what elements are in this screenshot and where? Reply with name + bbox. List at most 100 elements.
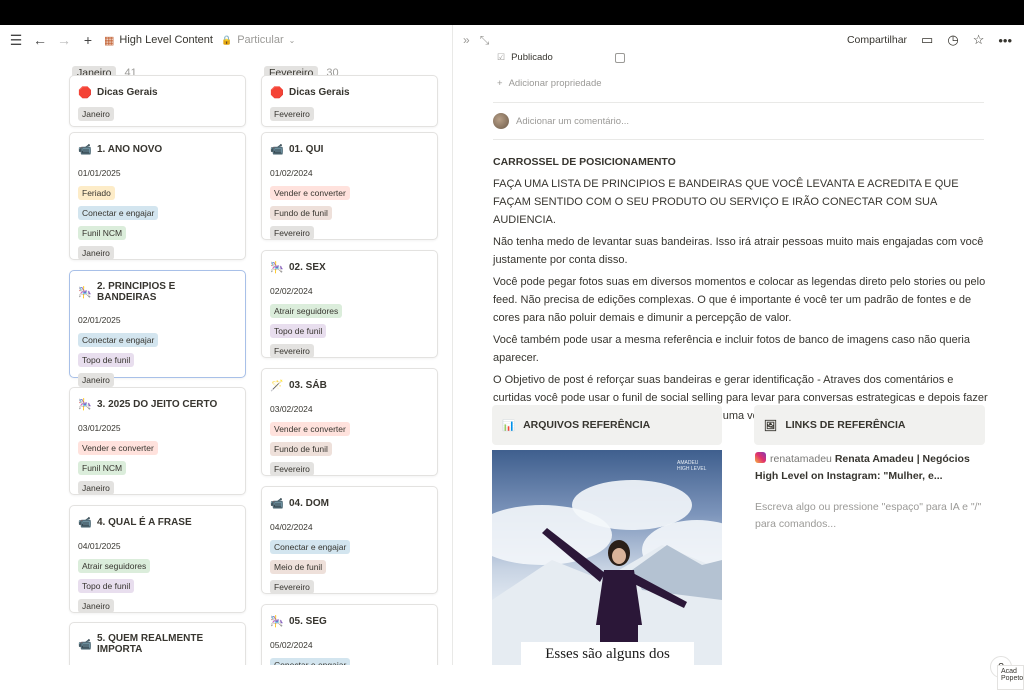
board-card[interactable]: 🛑 Dicas Gerais Janeiro: [69, 75, 246, 127]
card-tag: Fevereiro: [270, 226, 314, 240]
card-tag: Janeiro: [78, 107, 114, 121]
card-tag: Fevereiro: [270, 580, 314, 594]
menu-icon[interactable]: ☰: [8, 32, 24, 48]
paragraph-4: Você também pode usar a mesma referência…: [493, 334, 970, 364]
card-title: 1. ANO NOVO: [97, 144, 163, 155]
tag-row: Janeiro: [78, 473, 237, 495]
callout-links[interactable]: 🖼 LINKS DE REFERÊNCIA: [754, 405, 985, 445]
corner-popup[interactable]: Acad Popeto: [997, 665, 1024, 690]
published-checkbox[interactable]: [614, 52, 625, 63]
avatar: [493, 113, 509, 129]
card-title: 5. QUEM REALMENTE IMPORTA: [97, 633, 204, 655]
card-title: 05. SEG: [289, 616, 327, 627]
card-date: 02/01/2025: [78, 315, 121, 325]
card-date: 05/02/2024: [270, 640, 313, 650]
card-tag: Fevereiro: [270, 107, 314, 121]
tag-row: Vender e converter: [78, 433, 237, 455]
history-icon[interactable]: ◷: [947, 32, 958, 48]
card-title: 04. DOM: [289, 498, 330, 509]
privacy-selector[interactable]: 🔒 Particular ⌄: [221, 34, 295, 46]
tag-row: Funil NCM: [78, 218, 237, 240]
star-icon[interactable]: ☆: [973, 32, 985, 48]
page-peek-panel: » ⤡ Compartilhar ▭ ◷ ☆ ••• ☑ Publicado +…: [453, 25, 1024, 665]
breadcrumb-title: High Level Content: [119, 34, 213, 46]
card-title: 01. QUI: [289, 144, 324, 155]
reference-image[interactable]: AMADEU HIGH LEVEL Esses são alguns dos: [492, 450, 722, 665]
page-content[interactable]: CARROSSEL DE POSICIONAMENTO FAÇA UMA LIS…: [493, 153, 988, 429]
tag-row: Conectar e engajar: [78, 198, 237, 220]
tag-row: Fevereiro: [270, 336, 429, 358]
card-tag: Janeiro: [78, 373, 114, 387]
board-card[interactable]: 🎠 05. SEG 05/02/2024 Conectar e engajar: [261, 604, 438, 665]
card-title-row: 🎠 2. PRINCIPIOS E BANDEIRAS: [78, 281, 237, 303]
card-title-row: 📹 5. QUEM REALMENTE IMPORTA: [78, 633, 237, 655]
card-title: 2. PRINCIPIOS E BANDEIRAS: [97, 281, 176, 303]
block-placeholder[interactable]: Escreva algo ou pressione "espaço" para …: [755, 499, 987, 533]
card-tag: Janeiro: [78, 246, 114, 260]
card-tag: Janeiro: [78, 481, 114, 495]
paragraph-1: FAÇA UMA LISTA DE PRINCIPIOS E BANDEIRAS…: [493, 178, 959, 226]
tag-row: Fevereiro: [270, 99, 429, 121]
divider: [493, 139, 984, 140]
peek-header: » ⤡ Compartilhar ▭ ◷ ☆ •••: [453, 25, 1024, 55]
property-label: Publicado: [511, 52, 553, 63]
tag-row: Janeiro: [78, 99, 237, 121]
chevron-down-icon: ⌄: [288, 35, 296, 45]
board-card[interactable]: 🎠 3. 2025 DO JEITO CERTO 03/01/2025 Vender …: [69, 387, 246, 495]
board-card[interactable]: 🎠 02. SEX 02/02/2024 Atrair seguidores Topo …: [261, 250, 438, 358]
board-card[interactable]: 📹 1. ANO NOVO 01/01/2025 Feriado Conectar e …: [69, 132, 246, 260]
stop-icon: 🛑: [78, 87, 92, 99]
forward-arrow-icon[interactable]: →: [56, 32, 72, 48]
tag-row: Vender e converter: [270, 414, 429, 436]
tag-row: Topo de funil: [270, 316, 429, 338]
comment-icon[interactable]: ▭: [921, 32, 933, 48]
carousel-icon: 🎠: [78, 399, 92, 411]
plus-icon[interactable]: +: [80, 32, 96, 48]
add-property-label: Adicionar propriedade: [508, 78, 602, 89]
paragraph-3: Você pode pegar fotos suas em diversos m…: [493, 276, 986, 324]
board-card[interactable]: 🪄 03. SÁB 03/02/2024 Vender e converter Fund…: [261, 368, 438, 476]
tag-row: Funil NCM: [78, 453, 237, 475]
add-property-button[interactable]: + Adicionar propriedade: [497, 78, 602, 89]
board-card[interactable]: 🛑 Dicas Gerais Fevereiro: [261, 75, 438, 127]
share-button[interactable]: Compartilhar: [847, 34, 907, 46]
card-title-row: 🛑 Dicas Gerais: [270, 86, 429, 99]
add-comment-row[interactable]: Adicionar um comentário...: [493, 113, 629, 129]
board-card[interactable]: 📹5. QUEM REALMENTE IMPORTA05/01/2025: [69, 622, 246, 665]
card-date: 04/02/2024: [270, 522, 313, 532]
card-title-row: 🎠 05. SEG: [270, 615, 429, 628]
callout-title: LINKS DE REFERÊNCIA: [785, 419, 906, 431]
card-tag: Fevereiro: [270, 344, 314, 358]
card-title-row: 📹 01. QUI: [270, 143, 429, 156]
tag-row: Fevereiro: [270, 572, 429, 594]
picture-icon: 🖼: [764, 419, 778, 432]
board-card[interactable]: 🎠 2. PRINCIPIOS E BANDEIRAS 02/01/2025 Cone…: [69, 270, 246, 387]
card-title-row: 📹 1. ANO NOVO: [78, 143, 237, 156]
tag-row: Fevereiro: [270, 218, 429, 240]
card-title: 3. 2025 DO JEITO CERTO: [97, 399, 218, 410]
left-header: ☰ ← → + ▦ High Level Content 🔒 Particula…: [0, 25, 452, 55]
board-card[interactable]: 📹 01. QUI 01/02/2024 Vender e converter Fund…: [261, 132, 438, 240]
board-card[interactable]: 📹 4. QUAL É A FRASE 04/01/2025 Atrair segui…: [69, 505, 246, 613]
breadcrumb[interactable]: ▦ High Level Content: [104, 34, 213, 47]
instagram-link[interactable]: renatamadeu Renata Amadeu | Negócios Hig…: [755, 451, 987, 485]
privacy-label: Particular: [237, 34, 284, 46]
card-tag: Janeiro: [78, 599, 114, 613]
tag-row: Janeiro: [78, 591, 237, 613]
link-reference[interactable]: renatamadeu Renata Amadeu | Negócios Hig…: [755, 451, 987, 533]
close-peek-icon[interactable]: »: [463, 33, 470, 48]
callout-arquivos[interactable]: 📊 ARQUIVOS REFERÊNCIA: [492, 405, 722, 445]
image-caption: Esses são alguns dos: [521, 642, 694, 665]
video-camera-icon: 📹: [270, 144, 284, 156]
more-icon[interactable]: •••: [998, 33, 1012, 48]
instagram-icon: [755, 452, 766, 463]
card-title: 03. SÁB: [289, 380, 327, 391]
card-title: Dicas Gerais: [289, 87, 350, 98]
notion-app: ☰ ← → + ▦ High Level Content 🔒 Particula…: [0, 25, 1024, 690]
back-arrow-icon[interactable]: ←: [32, 32, 48, 48]
video-camera-icon: 📹: [78, 638, 92, 651]
image-scene: [492, 528, 722, 665]
expand-icon[interactable]: ⤡: [480, 33, 490, 48]
board-card[interactable]: 📹 04. DOM 04/02/2024 Conectar e engajar Meio…: [261, 486, 438, 594]
calendar-icon: ▦: [104, 34, 115, 47]
